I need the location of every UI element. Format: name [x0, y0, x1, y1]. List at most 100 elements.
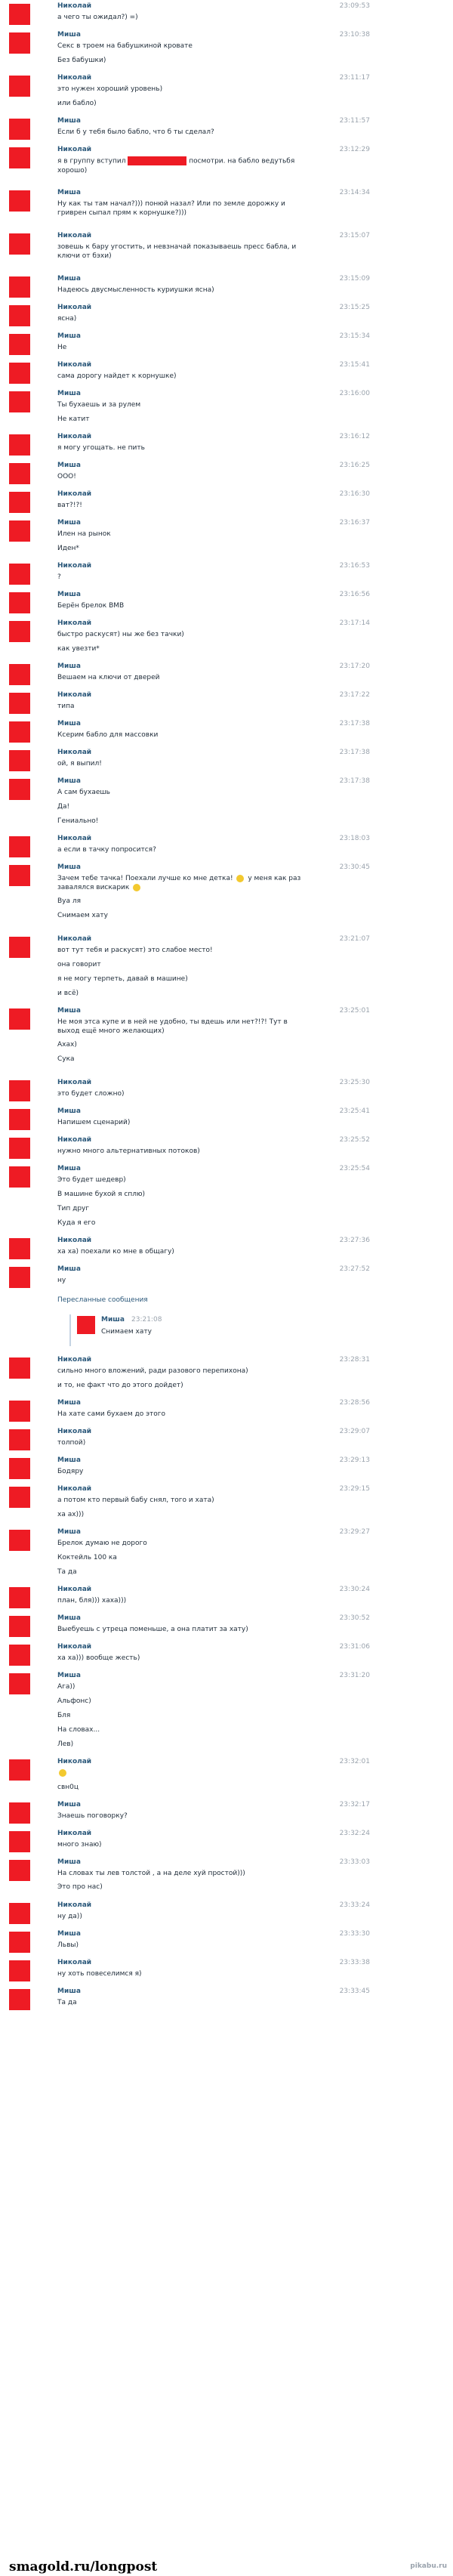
sender-name[interactable]: Николай — [57, 1428, 91, 1435]
sender-avatar[interactable] — [9, 1357, 30, 1379]
sender-name[interactable]: Николай — [57, 433, 91, 440]
sender-avatar[interactable] — [9, 334, 30, 355]
sender-avatar[interactable] — [9, 391, 30, 412]
sender-avatar[interactable] — [9, 119, 30, 140]
sender-name[interactable]: Миша — [57, 1930, 81, 1938]
sender-name[interactable]: Миша — [57, 777, 81, 785]
sender-avatar[interactable] — [9, 1587, 30, 1608]
sender-avatar[interactable] — [9, 4, 30, 25]
sender-name[interactable]: Николай — [57, 1643, 91, 1651]
sender-avatar[interactable] — [9, 1802, 30, 1824]
sender-avatar[interactable] — [9, 190, 30, 212]
sender-name[interactable]: Миша — [57, 720, 81, 727]
sender-name[interactable]: Николай — [57, 1237, 91, 1244]
sender-avatar[interactable] — [9, 1401, 30, 1422]
sender-avatar[interactable] — [9, 492, 30, 513]
sender-avatar[interactable] — [9, 1932, 30, 1953]
sender-avatar[interactable] — [9, 1831, 30, 1852]
sender-name[interactable]: Миша — [57, 1456, 81, 1464]
sender-name[interactable]: Миша — [57, 1265, 81, 1273]
sender-name[interactable]: Миша — [57, 1399, 81, 1407]
sender-avatar[interactable] — [9, 233, 30, 255]
sender-avatar[interactable] — [9, 1903, 30, 1924]
sender-name[interactable]: Николай — [57, 1136, 91, 1144]
sender-avatar[interactable] — [9, 1487, 30, 1508]
sender-avatar[interactable] — [9, 1238, 30, 1259]
sender-avatar[interactable] — [9, 836, 30, 857]
sender-avatar[interactable] — [9, 1138, 30, 1159]
sender-avatar[interactable] — [9, 1759, 30, 1781]
sender-name[interactable]: Николай — [57, 1901, 91, 1909]
sender-name[interactable]: Николай — [57, 1830, 91, 1837]
sender-name[interactable]: Николай — [57, 1485, 91, 1493]
sender-avatar[interactable] — [9, 865, 30, 886]
sender-avatar[interactable] — [9, 779, 30, 800]
sender-name[interactable]: Николай — [57, 146, 91, 153]
sender-avatar[interactable] — [9, 76, 30, 97]
sender-avatar[interactable] — [9, 592, 30, 613]
sender-avatar[interactable] — [9, 1616, 30, 1637]
sender-name[interactable]: Николай — [57, 935, 91, 943]
sender-name[interactable]: Николай — [57, 2, 91, 10]
sender-name[interactable]: Николай — [57, 490, 91, 498]
sender-avatar[interactable] — [9, 147, 30, 168]
sender-name[interactable]: Миша — [57, 332, 81, 340]
sender-name[interactable]: Миша — [57, 1007, 81, 1015]
sender-name[interactable]: Николай — [57, 74, 91, 82]
sender-name[interactable]: Николай — [57, 1079, 91, 1086]
sender-avatar[interactable] — [9, 1008, 30, 1030]
sender-name[interactable]: Николай — [57, 619, 91, 627]
sender-name[interactable]: Николай — [57, 1959, 91, 1966]
sender-name[interactable]: Миша — [57, 1165, 81, 1172]
sender-avatar[interactable] — [9, 1458, 30, 1479]
sender-name[interactable]: Миша — [57, 1107, 81, 1115]
sender-name[interactable]: Миша — [57, 117, 81, 125]
sender-avatar[interactable] — [9, 721, 30, 743]
sender-avatar[interactable] — [9, 32, 30, 54]
sender-name[interactable]: Миша — [57, 863, 81, 871]
sender-avatar[interactable] — [9, 1860, 30, 1881]
sender-avatar[interactable] — [9, 363, 30, 384]
forwarded-sender-name[interactable]: Миша — [101, 1316, 125, 1324]
sender-avatar[interactable] — [9, 621, 30, 642]
sender-name[interactable]: Миша — [57, 1614, 81, 1622]
sender-name[interactable]: Миша — [57, 519, 81, 527]
sender-avatar[interactable] — [9, 1960, 30, 1981]
sender-avatar[interactable] — [9, 693, 30, 714]
sender-name[interactable]: Миша — [57, 663, 81, 670]
sender-name[interactable]: Миша — [57, 390, 81, 397]
sender-avatar[interactable] — [9, 1429, 30, 1450]
sender-name[interactable]: Николай — [57, 232, 91, 239]
forwarded-sender-avatar[interactable] — [77, 1316, 95, 1334]
sender-avatar[interactable] — [9, 1673, 30, 1694]
sender-avatar[interactable] — [9, 305, 30, 326]
sender-name[interactable]: Миша — [57, 1988, 81, 1995]
sender-name[interactable]: Миша — [57, 189, 81, 196]
sender-name[interactable]: Николай — [57, 562, 91, 570]
sender-avatar[interactable] — [9, 463, 30, 484]
sender-name[interactable]: Миша — [57, 1672, 81, 1679]
sender-name[interactable]: Николай — [57, 691, 91, 699]
forwarded-header[interactable]: Пересланные сообщения — [57, 1296, 148, 1304]
sender-name[interactable]: Николай — [57, 1586, 91, 1593]
site-url[interactable]: smagold.ru/longpost — [9, 2559, 157, 2574]
sender-name[interactable]: Миша — [57, 1858, 81, 1866]
sender-name[interactable]: Миша — [57, 275, 81, 283]
sender-name[interactable]: Николай — [57, 1356, 91, 1364]
sender-avatar[interactable] — [9, 1989, 30, 2010]
sender-name[interactable]: Миша — [57, 462, 81, 469]
sender-name[interactable]: Николай — [57, 835, 91, 842]
sender-avatar[interactable] — [9, 1645, 30, 1666]
sender-avatar[interactable] — [9, 1109, 30, 1130]
sender-name[interactable]: Николай — [57, 749, 91, 756]
sender-name[interactable]: Миша — [57, 1801, 81, 1808]
sender-avatar[interactable] — [9, 1267, 30, 1288]
sender-avatar[interactable] — [9, 664, 30, 685]
sender-name[interactable]: Миша — [57, 31, 81, 39]
sender-avatar[interactable] — [9, 1530, 30, 1551]
sender-avatar[interactable] — [9, 750, 30, 771]
sender-name[interactable]: Миша — [57, 1528, 81, 1536]
sender-name[interactable]: Миша — [57, 591, 81, 598]
sender-avatar[interactable] — [9, 937, 30, 958]
sender-avatar[interactable] — [9, 276, 30, 298]
